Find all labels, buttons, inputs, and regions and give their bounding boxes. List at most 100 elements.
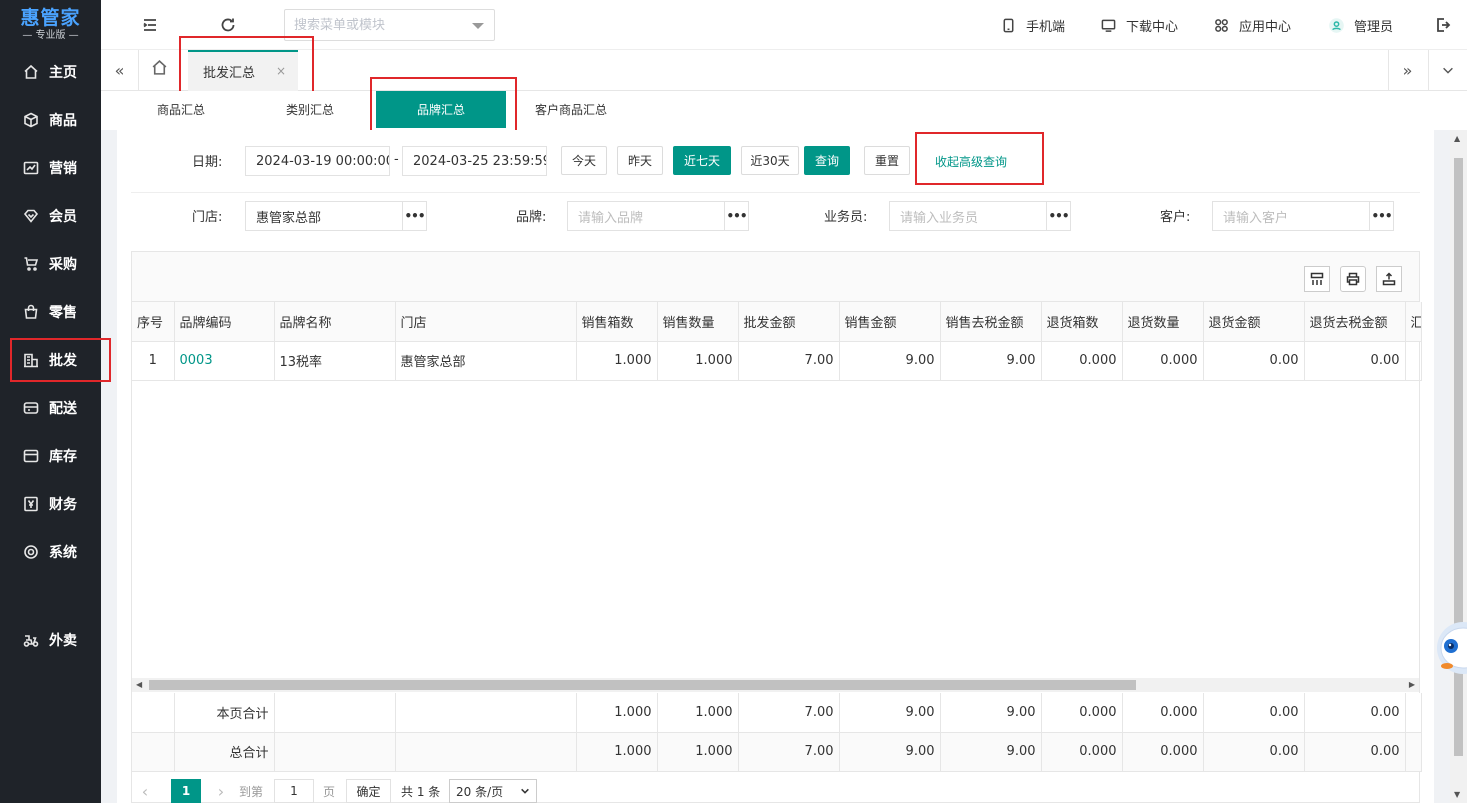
totals-table: 本页合计 1.000 1.000 7.00 9.00 9.00 0.000 0.000 0.00… (132, 693, 1422, 772)
prev-page-icon[interactable]: ‹ (135, 779, 155, 803)
query-button[interactable]: 查询 (804, 146, 850, 175)
goto-confirm-button[interactable]: 确定 (346, 779, 391, 803)
last-7-days-button[interactable]: 近七天 (673, 146, 731, 175)
sidebar-item-0[interactable]: 主页 (0, 50, 101, 94)
assistant-robot-icon[interactable] (1433, 608, 1467, 688)
column-header[interactable]: 门店 (395, 302, 577, 342)
column-header[interactable]: 退货去税金额 (1304, 302, 1406, 342)
subtab-brand-summary[interactable]: 品牌汇总 (376, 91, 506, 128)
scroll-right-arrow-icon[interactable]: ▶ (1409, 680, 1415, 689)
customer-input[interactable]: 请输入客户 (1212, 201, 1370, 231)
sidebar-item-label: 零售 (49, 305, 77, 321)
horizontal-scroll-thumb[interactable] (149, 680, 1136, 690)
salesman-picker-more-icon[interactable]: ••• (1046, 201, 1071, 231)
sidebar-item-8[interactable]: 库存 (0, 434, 101, 478)
today-button[interactable]: 今天 (561, 146, 607, 175)
sidebar-item-7[interactable]: 配送 (0, 386, 101, 430)
sidebar-item-5[interactable]: 零售 (0, 290, 101, 334)
scroll-up-arrow-icon[interactable]: ▲ (1454, 134, 1460, 143)
subtab-product-summary[interactable]: 商品汇总 (157, 91, 205, 128)
tabs-scroll-left-icon[interactable]: « (101, 50, 139, 90)
sidebar-item-3[interactable]: 会员 (0, 194, 101, 238)
brand-picker-more-icon[interactable]: ••• (724, 201, 749, 231)
sidebar-item-9[interactable]: 财务 (0, 482, 101, 526)
column-header[interactable]: 销售金额 (839, 302, 941, 342)
sidebar-item-label: 配送 (49, 401, 77, 417)
sidebar-item-1[interactable]: 商品 (0, 98, 101, 142)
sidebar-item-10[interactable]: 系统 (0, 530, 101, 574)
page-1-button[interactable]: 1 (171, 779, 201, 803)
mobile-link[interactable]: 手机端 (1001, 0, 1065, 50)
tabs-scroll-right-icon[interactable]: » (1388, 50, 1426, 90)
page-size-select[interactable]: 20 条/页 (449, 779, 537, 803)
collapse-advanced-query-link[interactable]: 收起高级查询 (935, 153, 1007, 170)
totals-cell: 9.00 (940, 732, 1042, 772)
subtab-customer-product-summary[interactable]: 客户商品汇总 (535, 91, 607, 128)
date-start-input[interactable]: 2024-03-19 00:00:00 (245, 146, 390, 176)
horizontal-scrollbar[interactable]: ◀ ▶ (132, 678, 1419, 692)
user-name: 管理员 (1354, 19, 1394, 35)
column-header[interactable]: 退货箱数 (1041, 302, 1123, 342)
column-header[interactable]: 销售箱数 (576, 302, 658, 342)
tabs-menu-chevron-icon[interactable] (1428, 50, 1466, 90)
table-cell: 1.000 (576, 341, 658, 381)
yesterday-button[interactable]: 昨天 (617, 146, 663, 175)
column-settings-icon[interactable] (1304, 266, 1330, 292)
sidebar-item-11[interactable]: 外卖 (0, 618, 101, 662)
totals-cell: 0.000 (1122, 693, 1204, 733)
table-cell-text[interactable]: 0003 (180, 353, 213, 368)
column-header[interactable]: 序号 (132, 302, 175, 342)
sidebar-item-6[interactable]: 批发 (10, 338, 111, 382)
reset-button[interactable]: 重置 (864, 146, 910, 175)
subtab-category-summary[interactable]: 类别汇总 (286, 91, 334, 128)
salesman-input[interactable]: 请输入业务员 (889, 201, 1047, 231)
column-header[interactable]: 批发金额 (738, 302, 840, 342)
date-end-input[interactable]: 2024-03-25 23:59:59 (402, 146, 547, 176)
sidebar-item-4[interactable]: 采购 (0, 242, 101, 286)
menu-toggle-icon[interactable] (139, 14, 161, 36)
sidebar-item-label: 批发 (49, 353, 77, 369)
sidebar-item-2[interactable]: 营销 (0, 146, 101, 190)
page-vertical-scrollbar[interactable]: ▲ ▼ (1450, 130, 1467, 803)
totals-cell: 本页合计 (174, 693, 275, 733)
table-cell: 1 (132, 341, 175, 381)
export-icon[interactable] (1376, 266, 1402, 292)
app-center-link[interactable]: 应用中心 (1214, 0, 1291, 50)
customer-picker-more-icon[interactable]: ••• (1369, 201, 1394, 231)
totals-cell: 0.000 (1122, 732, 1204, 772)
totals-cell: 1.000 (576, 693, 658, 733)
table-row[interactable]: 1 0003 13税率 惠管家总部 1.000 1.000 7.00 9.00 9.00 0.00… (132, 341, 1422, 381)
download-center-link[interactable]: 下载中心 (1101, 0, 1178, 50)
sidebar-item-label: 主页 (49, 65, 77, 81)
print-icon[interactable] (1340, 266, 1366, 292)
table-cell-text: 0.000 (1160, 353, 1198, 368)
refresh-icon[interactable] (217, 14, 239, 36)
column-header[interactable]: 品牌编码 (174, 302, 275, 342)
next-page-icon[interactable]: › (211, 779, 231, 803)
last-30-days-button[interactable]: 近30天 (741, 146, 799, 175)
store-picker-more-icon[interactable]: ••• (402, 201, 427, 231)
column-header[interactable]: 销售数量 (657, 302, 739, 342)
totals-cell: 1.000 (657, 693, 739, 733)
page-number-input[interactable]: 1 (274, 779, 314, 803)
brand-input[interactable]: 请输入品牌 (567, 201, 725, 231)
menu-search-select[interactable] (284, 9, 495, 41)
close-icon[interactable]: × (276, 64, 286, 78)
menu-search-input[interactable] (285, 10, 455, 40)
scroll-down-arrow-icon[interactable]: ▼ (1454, 790, 1460, 799)
store-input[interactable]: 惠管家总部 (245, 201, 403, 231)
home-tab-icon[interactable] (151, 59, 168, 80)
tab-wholesale-summary[interactable]: 批发汇总 × (188, 50, 298, 91)
totals-cell: 9.00 (940, 693, 1042, 733)
scroll-left-arrow-icon[interactable]: ◀ (136, 680, 142, 689)
column-header[interactable]: 退货金额 (1203, 302, 1305, 342)
column-header[interactable]: 销售去税金额 (940, 302, 1042, 342)
logout-icon[interactable] (1432, 14, 1454, 36)
sidebar-item-label: 采购 (49, 257, 77, 273)
totals-row: 总合计 1.000 1.000 7.00 9.00 9.00 0.000 0.000 0.00 0… (132, 732, 1422, 772)
column-header[interactable]: 品牌名称 (274, 302, 396, 342)
user-menu[interactable]: 管理员 (1329, 0, 1393, 50)
brand-summary-table: 序号 品牌编码 品牌名称 门店 销售箱数 销售数量 批发金额 销售金额 销售去税金额 退货箱数 退货… (132, 302, 1422, 381)
column-header[interactable]: 退货数量 (1122, 302, 1204, 342)
column-header[interactable]: 汇 (1405, 302, 1422, 342)
